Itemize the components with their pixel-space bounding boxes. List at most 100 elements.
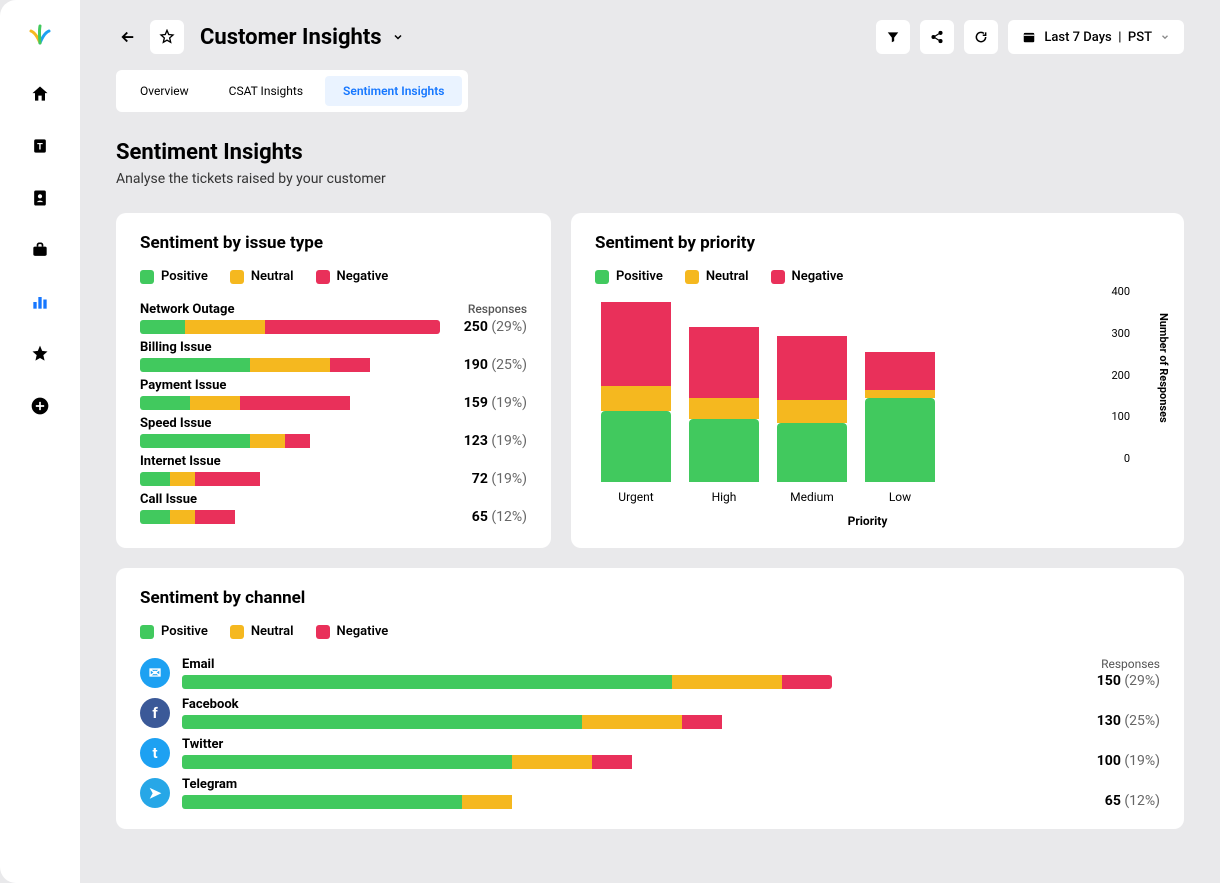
channel-value: 65 (12%): [1105, 793, 1160, 809]
channel-value: 130 (25%): [1097, 713, 1160, 729]
nav-chart-icon[interactable]: [30, 292, 50, 312]
channel-icon: f: [140, 698, 170, 728]
channel-value: 100 (19%): [1097, 753, 1160, 769]
favorite-button[interactable]: [150, 20, 184, 54]
nav-text-icon[interactable]: T: [30, 136, 50, 156]
stacked-bar: [182, 675, 832, 689]
legend-negative: Negative: [316, 269, 389, 284]
page-title: Customer Insights: [200, 25, 404, 50]
issue-name: Internet Issue: [140, 454, 221, 469]
channel-name: Email: [182, 657, 1160, 672]
channel-icon: ➤: [140, 778, 170, 808]
priority-chart: [601, 302, 1160, 482]
legend: Positive Neutral Negative: [595, 269, 1160, 284]
legend-positive: Positive: [595, 269, 663, 284]
stack-column: [777, 336, 847, 482]
card-title: Sentiment by issue type: [140, 233, 527, 253]
issue-value: 123 (19%): [464, 433, 527, 449]
sidebar: T: [0, 0, 80, 883]
stack-column: [601, 302, 671, 482]
tabs: Overview CSAT Insights Sentiment Insight…: [116, 70, 468, 112]
stacked-bar: [140, 358, 440, 372]
legend: Positive Neutral Negative: [140, 269, 527, 284]
issue-name: Call Issue: [140, 492, 197, 507]
issue-value: 72 (19%): [472, 471, 527, 487]
stacked-bar: [140, 472, 440, 486]
date-range-text: Last 7 Days | PST: [1044, 30, 1152, 45]
app-logo: [24, 20, 56, 52]
stack-column: [689, 327, 759, 482]
channel-row: ➤Telegram65 (12%): [140, 777, 1160, 809]
nav-home-icon[interactable]: [30, 84, 50, 104]
channel-icon: ✉: [140, 658, 170, 688]
nav-contact-icon[interactable]: [30, 188, 50, 208]
x-axis-label: Priority: [575, 514, 1160, 528]
issue-name: Network Outage: [140, 302, 234, 317]
y-axis-label: Number of Responses: [1157, 313, 1170, 423]
stacked-bar: [182, 795, 832, 809]
refresh-button[interactable]: [964, 20, 998, 54]
legend-neutral: Neutral: [230, 624, 294, 639]
issue-row: Network Outage Responses 250 (29%): [140, 302, 527, 334]
stacked-bar: [140, 434, 440, 448]
tab-sentiment[interactable]: Sentiment Insights: [325, 76, 462, 106]
legend-positive: Positive: [140, 624, 208, 639]
issue-name: Speed Issue: [140, 416, 211, 431]
channel-name: Twitter: [182, 737, 1160, 752]
nav-briefcase-icon[interactable]: [30, 240, 50, 260]
section-title: Sentiment Insights: [116, 140, 1184, 165]
card-title: Sentiment by priority: [595, 233, 1160, 253]
legend-neutral: Neutral: [230, 269, 294, 284]
issue-row: Internet Issue 72 (19%): [140, 454, 527, 486]
stacked-bar: [140, 510, 440, 524]
nav-add-icon[interactable]: [30, 396, 50, 416]
back-button[interactable]: [116, 25, 140, 49]
nav-star-icon[interactable]: [30, 344, 50, 364]
calendar-icon: [1022, 30, 1036, 44]
filter-button[interactable]: [876, 20, 910, 54]
responses-label: Responses: [1101, 657, 1160, 671]
issue-row: Billing Issue 190 (25%): [140, 340, 527, 372]
issue-row: Speed Issue 123 (19%): [140, 416, 527, 448]
share-button[interactable]: [920, 20, 954, 54]
channel-row: t Twitter100 (19%): [140, 737, 1160, 769]
channel-name: Facebook: [182, 697, 1160, 712]
tab-csat[interactable]: CSAT Insights: [211, 76, 321, 106]
chevron-down-icon: [1160, 32, 1170, 42]
issue-name: Billing Issue: [140, 340, 211, 355]
legend-positive: Positive: [140, 269, 208, 284]
issue-name: Payment Issue: [140, 378, 226, 393]
stack-column: [865, 352, 935, 482]
channel-row: ✉ EmailResponses 150 (29%): [140, 657, 1160, 689]
responses-label: Responses: [468, 302, 527, 317]
page-header: Customer Insights Last 7 Days | PST: [116, 20, 1184, 54]
sentiment-by-issue-card: Sentiment by issue type Positive Neutral…: [116, 213, 551, 548]
chevron-down-icon[interactable]: [392, 31, 404, 43]
issue-value: 190 (25%): [464, 357, 527, 373]
section-subtitle: Analyse the tickets raised by your custo…: [116, 171, 1184, 187]
stacked-bar: [140, 396, 440, 410]
category-label: High: [689, 490, 759, 504]
legend-negative: Negative: [771, 269, 844, 284]
category-label: Low: [865, 490, 935, 504]
tab-overview[interactable]: Overview: [122, 76, 207, 106]
sentiment-by-channel-card: Sentiment by channel Positive Neutral Ne…: [116, 568, 1184, 829]
issue-row: Call Issue65 (12%): [140, 492, 527, 524]
issue-value: 250 (29%): [464, 319, 527, 335]
svg-text:T: T: [37, 142, 43, 152]
issue-row: Payment Issue 159 (19%): [140, 378, 527, 410]
category-label: Urgent: [601, 490, 671, 504]
channel-icon: t: [140, 738, 170, 768]
channel-value: 150 (29%): [1097, 673, 1160, 689]
category-label: Medium: [777, 490, 847, 504]
main-content: Customer Insights Last 7 Days | PST Over…: [80, 0, 1220, 883]
legend-negative: Negative: [316, 624, 389, 639]
channel-row: f Facebook130 (25%): [140, 697, 1160, 729]
card-title: Sentiment by channel: [140, 588, 1160, 608]
stacked-bar: [140, 320, 440, 334]
issue-value: 159 (19%): [464, 395, 527, 411]
y-axis-ticks: 4003002001000: [1111, 285, 1130, 465]
sentiment-by-priority-card: Sentiment by priority Positive Neutral N…: [571, 213, 1184, 548]
date-range-selector[interactable]: Last 7 Days | PST: [1008, 20, 1184, 54]
stacked-bar: [182, 715, 832, 729]
